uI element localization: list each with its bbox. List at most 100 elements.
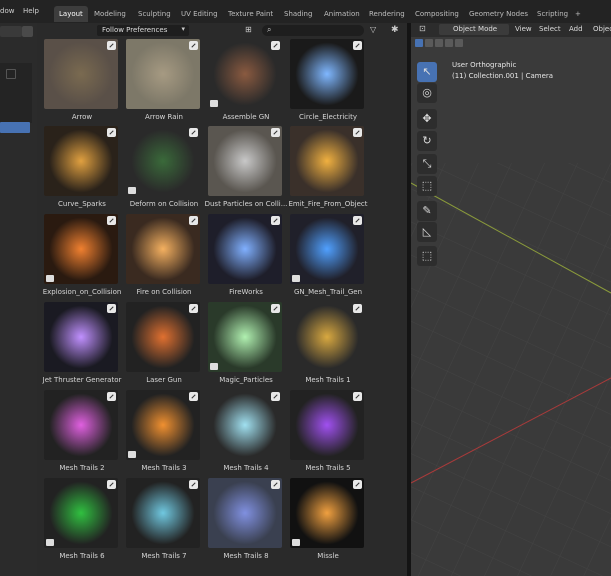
- edit-asset-icon[interactable]: [107, 392, 116, 401]
- asset-tile[interactable]: Laser Gun: [126, 302, 202, 391]
- import-method-dropdown[interactable]: Follow Preferences ▾: [97, 25, 189, 36]
- rotate-icon[interactable]: ↻: [417, 131, 437, 151]
- cursor-icon[interactable]: ◎: [417, 83, 437, 103]
- edit-asset-icon[interactable]: [353, 216, 362, 225]
- mode-dropdown[interactable]: Object Mode: [439, 24, 509, 35]
- asset-tile[interactable]: FireWorks: [208, 214, 284, 303]
- tab-uv-editing[interactable]: UV Editing: [176, 6, 223, 22]
- asset-tile[interactable]: Mesh Trails 3: [126, 390, 202, 479]
- asset-tile[interactable]: Mesh Trails 5: [290, 390, 366, 479]
- asset-label: Mesh Trails 2: [59, 464, 105, 472]
- tab-geometry-nodes[interactable]: Geometry Nodes: [464, 6, 533, 22]
- edit-asset-icon[interactable]: [271, 480, 280, 489]
- edit-asset-icon[interactable]: [189, 216, 198, 225]
- select-extend-icon[interactable]: [425, 39, 433, 47]
- edit-asset-icon[interactable]: [271, 392, 280, 401]
- edit-asset-icon[interactable]: [353, 392, 362, 401]
- tab-modeling[interactable]: Modeling: [89, 6, 131, 22]
- annotate-icon[interactable]: ✎: [417, 201, 437, 221]
- asset-tile[interactable]: Curve_Sparks: [44, 126, 120, 215]
- asset-tile[interactable]: Assemble GN: [208, 39, 284, 128]
- tab-compositing[interactable]: Compositing: [410, 6, 464, 22]
- menu-select[interactable]: Select: [539, 25, 561, 33]
- asset-tile[interactable]: Mesh Trails 1: [290, 302, 366, 391]
- edit-asset-icon[interactable]: [353, 480, 362, 489]
- edit-asset-icon[interactable]: [189, 480, 198, 489]
- measure-icon[interactable]: ◺: [417, 222, 437, 242]
- editor-type-icon[interactable]: ⊡: [419, 24, 426, 33]
- menu-help[interactable]: Help: [23, 7, 39, 15]
- asset-tile[interactable]: Mesh Trails 8: [208, 478, 284, 567]
- menu-view[interactable]: View: [515, 25, 532, 33]
- filter-icon[interactable]: ▽: [370, 25, 382, 36]
- tab-shading[interactable]: Shading: [279, 6, 317, 22]
- asset-tile[interactable]: GN_Mesh_Trail_Gen: [290, 214, 366, 303]
- asset-tile[interactable]: Magic_Particles: [208, 302, 284, 391]
- add-workspace-button[interactable]: +: [570, 6, 586, 22]
- add-cube-icon[interactable]: ⬚: [417, 246, 437, 266]
- tab-scripting[interactable]: Scripting: [532, 6, 573, 22]
- edit-asset-icon[interactable]: [107, 128, 116, 137]
- edit-asset-icon[interactable]: [353, 304, 362, 313]
- asset-type-icon: [292, 275, 300, 282]
- edit-asset-icon[interactable]: [189, 304, 198, 313]
- asset-tile[interactable]: Mesh Trails 6: [44, 478, 120, 567]
- asset-tile[interactable]: Arrow: [44, 39, 120, 128]
- edit-asset-icon[interactable]: [189, 128, 198, 137]
- asset-tile[interactable]: Fire on Collision: [126, 214, 202, 303]
- select-intersect-icon[interactable]: [455, 39, 463, 47]
- display-mode-icon[interactable]: ⊞: [245, 25, 257, 36]
- edit-asset-icon[interactable]: [107, 41, 116, 50]
- viewport-grid: [411, 163, 611, 576]
- edit-asset-icon[interactable]: [271, 41, 280, 50]
- 3d-viewport[interactable]: ⊡ Object Mode View Select Add Objec User…: [411, 23, 611, 576]
- asset-tile[interactable]: Arrow Rain: [126, 39, 202, 128]
- menu-add[interactable]: Add: [569, 25, 583, 33]
- asset-tile[interactable]: Circle_Electricity: [290, 39, 366, 128]
- edit-asset-icon[interactable]: [271, 128, 280, 137]
- gear-icon[interactable]: ✱: [391, 25, 403, 36]
- asset-tile[interactable]: Jet Thruster Generator: [43, 302, 121, 391]
- tab-animation[interactable]: Animation: [319, 6, 365, 22]
- tab-sculpting[interactable]: Sculpting: [133, 6, 176, 22]
- select-box-icon[interactable]: ↖: [417, 62, 437, 82]
- edit-asset-icon[interactable]: [107, 216, 116, 225]
- asset-tile[interactable]: Missle: [290, 478, 366, 567]
- catalog-icon[interactable]: [6, 69, 16, 79]
- select-subtract-icon[interactable]: [435, 39, 443, 47]
- transform-icon[interactable]: ⬚: [417, 176, 437, 196]
- asset-preview-image: [208, 39, 282, 109]
- edit-asset-icon[interactable]: [353, 41, 362, 50]
- tab-layout[interactable]: Layout: [54, 6, 88, 22]
- asset-preview-image: [290, 126, 364, 196]
- asset-tile[interactable]: Deform on Collision: [126, 126, 202, 215]
- edit-asset-icon[interactable]: [271, 304, 280, 313]
- edit-asset-icon[interactable]: [107, 480, 116, 489]
- edit-asset-icon[interactable]: [189, 41, 198, 50]
- catalog-item-selected[interactable]: [0, 122, 30, 133]
- asset-tile[interactable]: Mesh Trails 4: [208, 390, 284, 479]
- select-invert-icon[interactable]: [445, 39, 453, 47]
- grid-floor: [411, 163, 611, 576]
- asset-label: Magic_Particles: [219, 376, 273, 384]
- select-new-icon[interactable]: [415, 39, 423, 47]
- move-icon[interactable]: ✥: [417, 109, 437, 129]
- asset-tile[interactable]: Dust Particles on Colli...: [205, 126, 287, 215]
- edit-asset-icon[interactable]: [189, 392, 198, 401]
- scale-icon[interactable]: ⤡: [417, 154, 437, 174]
- menu-window[interactable]: dow: [0, 7, 14, 15]
- asset-tile[interactable]: Mesh Trails 2: [44, 390, 120, 479]
- menu-object[interactable]: Objec: [593, 25, 611, 33]
- edit-asset-icon[interactable]: [271, 216, 280, 225]
- asset-tile[interactable]: Mesh Trails 7: [126, 478, 202, 567]
- asset-tile[interactable]: Emit_Fire_From_Object: [288, 126, 368, 215]
- dropdown-field[interactable]: [0, 26, 22, 37]
- tab-rendering[interactable]: Rendering: [364, 6, 410, 22]
- edit-asset-icon[interactable]: [107, 304, 116, 313]
- asset-tile[interactable]: Explosion_on_Collision: [43, 214, 121, 303]
- tab-texture-paint[interactable]: Texture Paint: [223, 6, 278, 22]
- asset-preview-image: [126, 39, 200, 109]
- search-input[interactable]: ⌕: [262, 25, 364, 36]
- refresh-icon[interactable]: [22, 26, 33, 37]
- edit-asset-icon[interactable]: [353, 128, 362, 137]
